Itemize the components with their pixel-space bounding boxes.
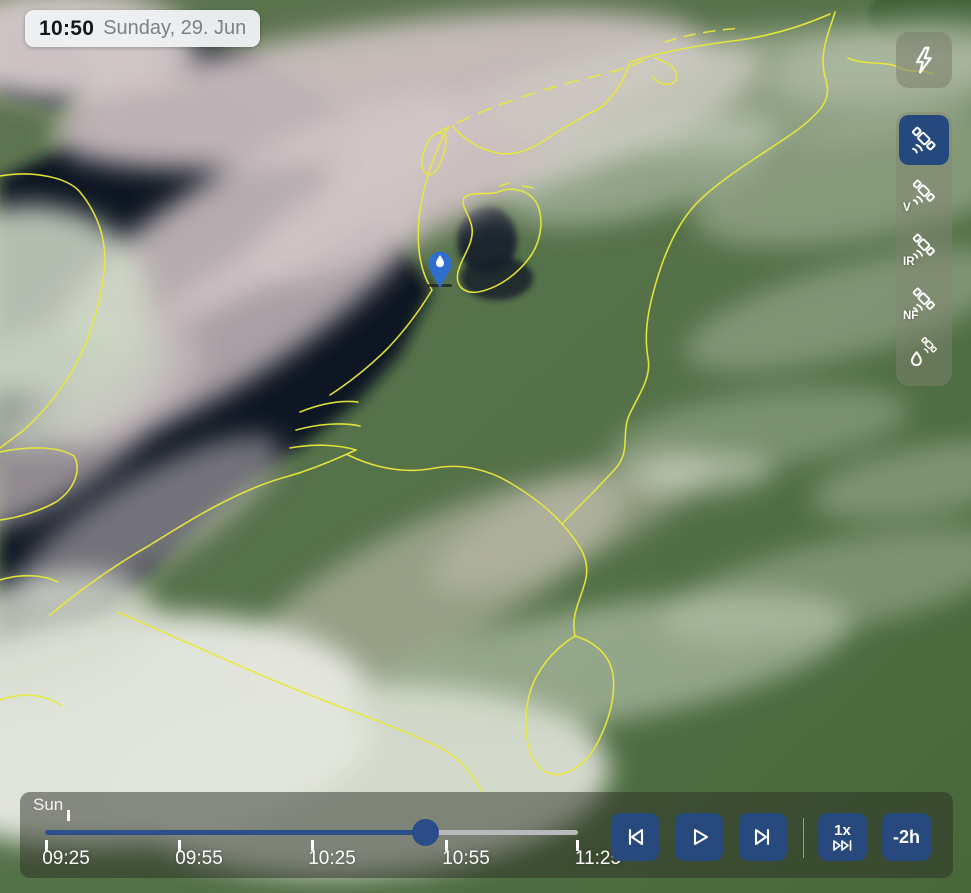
- clock-chip: 10:50 Sunday, 29. Jun: [25, 10, 261, 47]
- lightning-button[interactable]: [896, 32, 952, 88]
- satellite-icon: [912, 179, 935, 205]
- lightning-icon: [915, 46, 932, 74]
- tick-labels: 09:25 09:55 10:25 10:55 11:25: [42, 848, 621, 872]
- timeline-day-label: Sun: [33, 795, 64, 814]
- day-start-tick: [67, 810, 70, 821]
- layer-panel: V IR NF: [896, 112, 952, 386]
- clock-time: 10:50: [39, 16, 95, 40]
- satellite-map[interactable]: [0, 0, 971, 893]
- layer-satellite-infrared[interactable]: IR: [896, 219, 952, 273]
- layer-label-v: V: [903, 202, 911, 214]
- layer-label-nf: NF: [903, 310, 919, 322]
- layer-satellite-nightfog[interactable]: NF: [896, 273, 952, 327]
- skip-to-end-button[interactable]: [739, 813, 787, 861]
- play-button[interactable]: [675, 813, 723, 861]
- tick-label: 09:25: [42, 848, 90, 869]
- satellite-precip-icon: [910, 337, 937, 367]
- controls-divider: [803, 818, 804, 858]
- time-offset-button[interactable]: -2h: [882, 813, 931, 861]
- offset-label: -2h: [893, 826, 920, 847]
- skip-to-start-button[interactable]: [611, 813, 659, 861]
- slider-handle[interactable]: [411, 819, 439, 846]
- speed-button[interactable]: 1x: [818, 813, 867, 861]
- time-slider[interactable]: [45, 810, 579, 851]
- skip-to-start-icon: [628, 828, 644, 846]
- layer-satellite-visible[interactable]: V: [896, 165, 952, 219]
- play-icon: [693, 828, 709, 846]
- satellite-icon: [911, 126, 936, 153]
- tick-label: 10:25: [308, 848, 356, 869]
- playback-control-bar: Sun 09:25 09:55 10:25 10:55 11:25 1x -2h: [20, 792, 953, 878]
- tick-label: 10:55: [442, 848, 490, 869]
- slider-track-filled[interactable]: [45, 830, 426, 835]
- layer-label-ir: IR: [903, 256, 915, 268]
- layer-satellite-precip[interactable]: [896, 327, 952, 377]
- tick-label: 09:55: [175, 848, 223, 869]
- speed-label: 1x: [834, 822, 851, 839]
- skip-to-end-icon: [754, 828, 770, 846]
- fast-forward-icon: [832, 840, 851, 851]
- layer-satellite-selected[interactable]: [899, 115, 949, 165]
- clock-date: Sunday, 29. Jun: [103, 17, 247, 39]
